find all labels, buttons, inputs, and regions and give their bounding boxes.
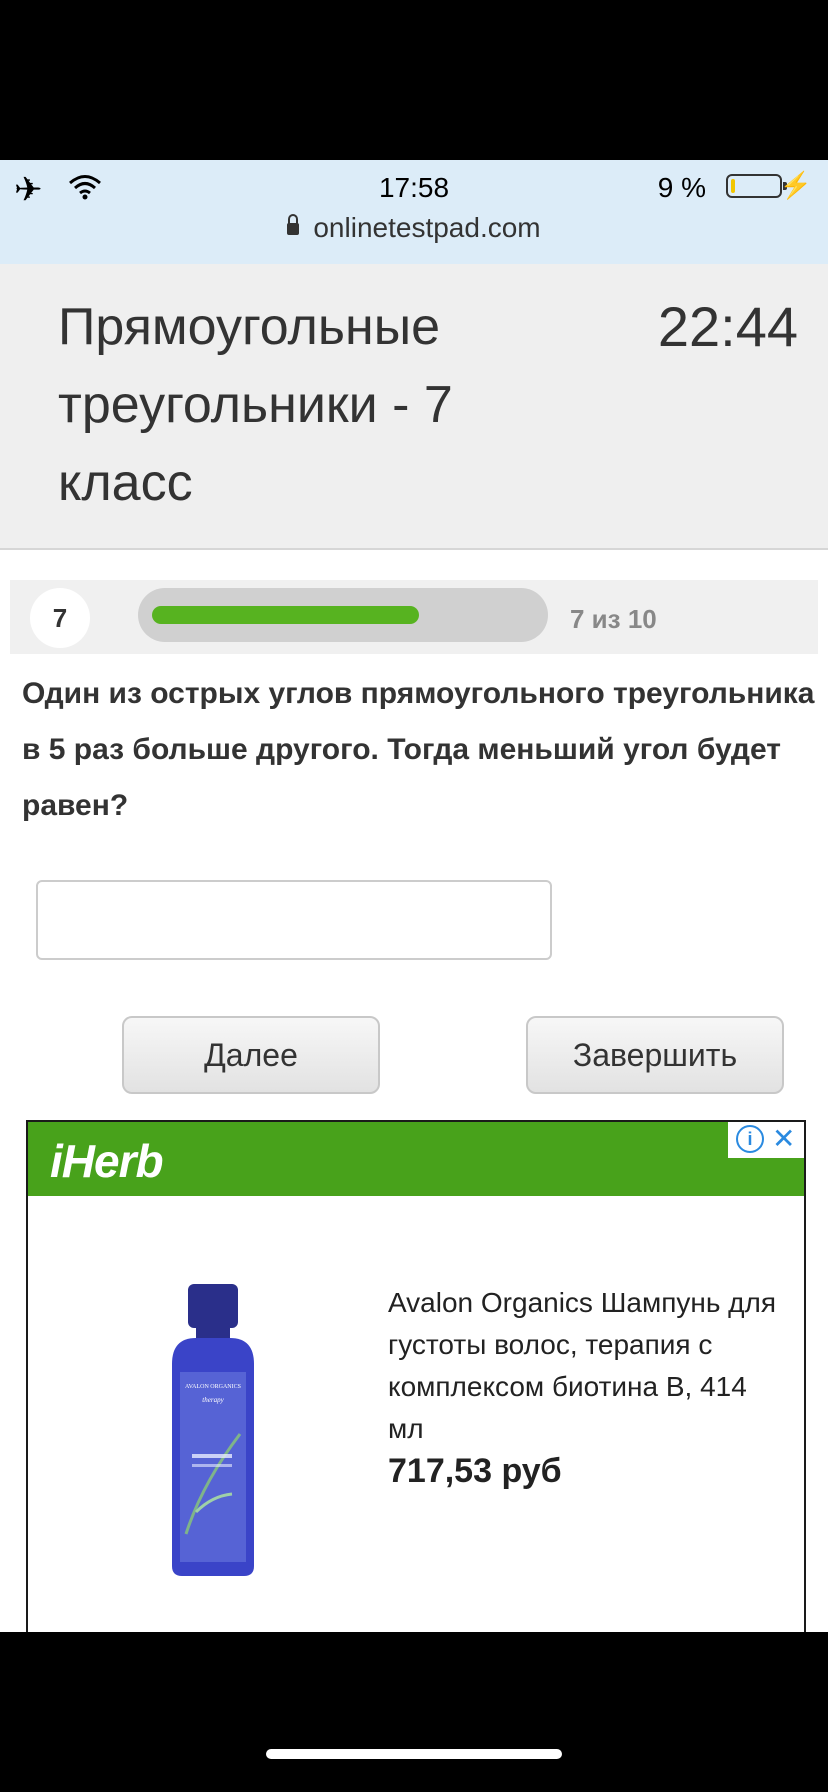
status-bar: ✈ 17:58 9 % ⚡ onlinetestpad.com: [0, 160, 828, 264]
iherb-logo: iHerb: [50, 1135, 164, 1187]
ad-product-price[interactable]: 717,53 руб: [388, 1452, 562, 1491]
test-header: Прямоугольные треугольники - 7 класс 22:…: [0, 264, 828, 550]
close-icon[interactable]: ✕: [772, 1122, 795, 1155]
test-timer: 22:44: [657, 295, 798, 358]
question-number-badge: 7: [30, 588, 90, 648]
finish-button[interactable]: Завершить: [526, 1016, 784, 1094]
shampoo-bottle-image[interactable]: AVALON ORGANICS therapy: [152, 1284, 274, 1576]
info-icon[interactable]: i: [736, 1125, 764, 1153]
progress-row: 7 7 из 10: [10, 580, 818, 654]
test-title: Прямоугольные треугольники - 7 класс: [58, 298, 453, 512]
progress-track: [138, 588, 548, 642]
page: Прямоугольные треугольники - 7 класс 22:…: [0, 264, 828, 1632]
ad-product-name[interactable]: Avalon Organics Шампунь для густоты воло…: [388, 1282, 788, 1450]
address-bar[interactable]: onlinetestpad.com: [0, 212, 828, 244]
home-indicator[interactable]: [266, 1749, 562, 1759]
ad-controls: i ✕: [728, 1122, 804, 1158]
lock-icon: [287, 214, 300, 235]
battery-icon: [726, 174, 787, 198]
progress-bar-fill: [152, 606, 419, 624]
next-button[interactable]: Далее: [122, 1016, 380, 1094]
battery-percent: 9 %: [657, 172, 706, 203]
answer-input[interactable]: [36, 880, 552, 960]
question-counter: 7 из 10: [570, 604, 657, 634]
bottle-label-text: AVALON ORGANICS: [185, 1384, 241, 1390]
bottle-sub-text: therapy: [202, 1396, 224, 1404]
advertisement[interactable]: iHerb i ✕ AVALON ORGANICS therapy Avalon…: [26, 1120, 806, 1632]
ad-banner: iHerb i ✕: [28, 1122, 804, 1196]
url-text: onlinetestpad.com: [313, 212, 541, 243]
charging-bolt-icon: ⚡: [779, 170, 812, 200]
question-text: Один из острых углов прямоугольного треу…: [22, 677, 815, 822]
